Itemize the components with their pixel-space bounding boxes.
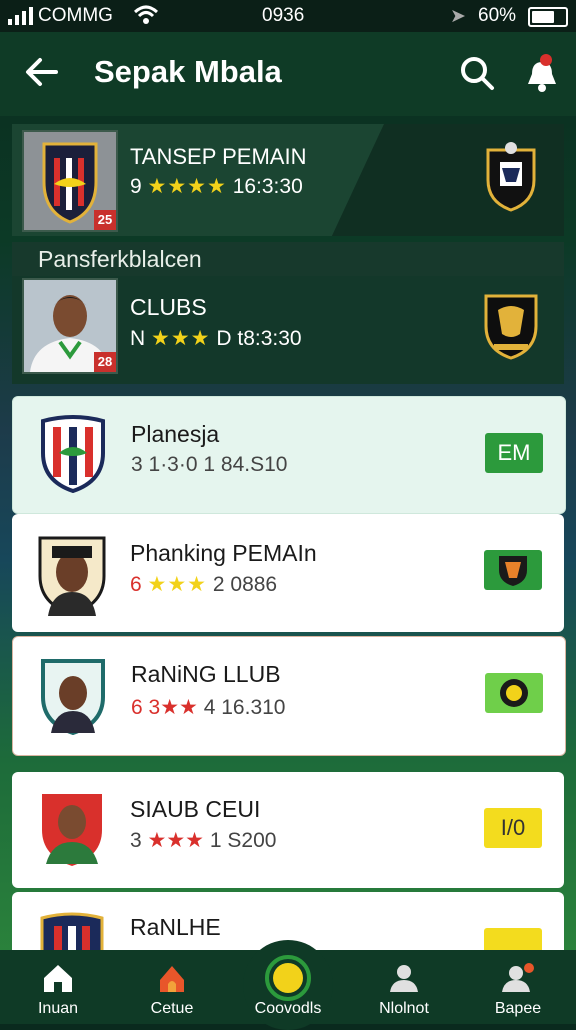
stat-lead: 9 [130,175,142,198]
club-crest-icon [486,142,536,212]
stat-n: 4 [203,696,216,719]
nav-label: Cetue [150,1000,194,1017]
battery-percent: 60% [478,5,517,26]
person-icon [390,965,418,992]
tag-button[interactable]: I/0 [484,808,542,848]
star-rating: ★★★ [151,327,211,350]
stat-lead: 6 [131,696,143,719]
bell-icon[interactable] [520,50,564,94]
item-title: Phanking PEMAIn [130,540,317,566]
nav-item-coovodls[interactable]: Coovodls [238,950,338,1024]
nav-item-bapee[interactable]: Bapee [468,950,568,1024]
stat-value: t8:3:30 [237,327,302,350]
stat-value: 16.310 [221,696,286,719]
app-header: Sepak Mbala [0,32,576,116]
nav-item-nlolnot[interactable]: Nlolnot [354,950,454,1024]
nav-item-home[interactable]: Inuan [8,950,108,1024]
item-title: SIAUB CEUI [130,796,261,822]
club-badge-pill[interactable] [484,550,542,590]
item-stats: 6 3★★ 4 16.310 [131,695,285,720]
stat-n: 2 [212,573,225,596]
list-item[interactable]: Phanking PEMAIn 6 ★★★ 2 0886 [12,514,564,632]
card-title: CLUBS [130,294,207,320]
list-item[interactable]: RaNiNG LLUB 6 3★★ 4 16.310 [12,636,566,756]
club-emblem-icon [41,415,105,493]
bottom-navigation: Inuan Cetue Coovodls Nlolnot Bapee [0,940,576,1030]
star-rating: ★★★ [147,573,208,596]
ball-icon [265,955,311,1001]
stat-value: 16:3:30 [232,175,303,198]
star-rating: 3★★ [148,696,198,719]
item-title: RaNiNG LLUB [131,661,281,687]
signal-icon [8,7,33,25]
carrier-label: COMMG [38,5,113,26]
clock: 0936 [262,5,305,26]
search-icon[interactable] [458,54,496,92]
battery-icon [528,7,568,27]
club-crest-thumbnail: 25 [22,130,118,232]
fire-icon [160,966,184,992]
location-icon: ➤ [450,6,466,27]
stat-lead: 6 [130,573,142,596]
stat-lead: 3 [130,829,142,852]
player-avatar: 28 [22,278,118,374]
wifi-icon [133,5,159,24]
item-stats: 6 ★★★ 2 0886 [130,572,277,597]
profile-icon [502,963,534,992]
stat-lead: N [130,327,146,350]
stat-value: S200 [227,829,277,852]
list-item[interactable]: Planesja 3 1·3·0 1 84.S10 EM [12,396,566,514]
club-card[interactable]: 28 CLUBS N ★★★ D t8:3:30 [12,276,564,384]
tag-button[interactable]: EM [485,433,543,473]
nav-label: Inuan [37,1000,79,1017]
card-stats: 9 ★★★★ 16:3:30 [130,174,303,199]
item-stats: 3 1·3·0 1 84.S10 [131,453,288,476]
list-item[interactable]: SIAUB CEUI 3 ★★★ 1 S200 I/0 [12,772,564,888]
transfer-card[interactable]: 25 TANSEP PEMAIN 9 ★★★★ 16:3:30 [12,124,564,236]
nav-item-cetue[interactable]: Cetue [122,950,222,1024]
card-stats: N ★★★ D t8:3:30 [130,326,302,351]
card-title: TANSEP PEMAIN [130,144,307,169]
player-portrait-icon [41,659,105,735]
nav-label: Coovodls [254,1000,322,1017]
status-bar: COMMG 0936 ➤ 60% [0,0,576,32]
club-badge-pill[interactable] [485,673,543,713]
player-portrait-icon [38,536,106,616]
club-mini-crest-icon [500,679,528,707]
item-title: Planesja [131,421,220,447]
nav-label: Bapee [494,1000,542,1017]
stat-n: 1 [209,829,222,852]
club-mini-crest-icon [499,556,527,586]
nav-label: Nlolnot [379,1000,429,1017]
player-portrait-icon [42,794,102,866]
star-rating: ★★★★ [147,175,227,198]
section-label: Pansferkblalcen [12,242,564,276]
item-title: RaNLHE [130,914,221,940]
stat-value: 0886 [230,573,278,596]
number-badge: 28 [94,352,116,372]
home-icon [44,965,72,992]
star-rating: ★★★ [147,829,205,852]
page-title: Sepak Mbala [94,54,282,89]
club-crest-icon [484,294,538,360]
item-stats: 3 ★★★ 1 S200 [130,828,276,853]
stat-mid: D [216,327,232,350]
number-badge: 25 [94,210,116,230]
arrow-left-icon[interactable] [22,52,62,92]
